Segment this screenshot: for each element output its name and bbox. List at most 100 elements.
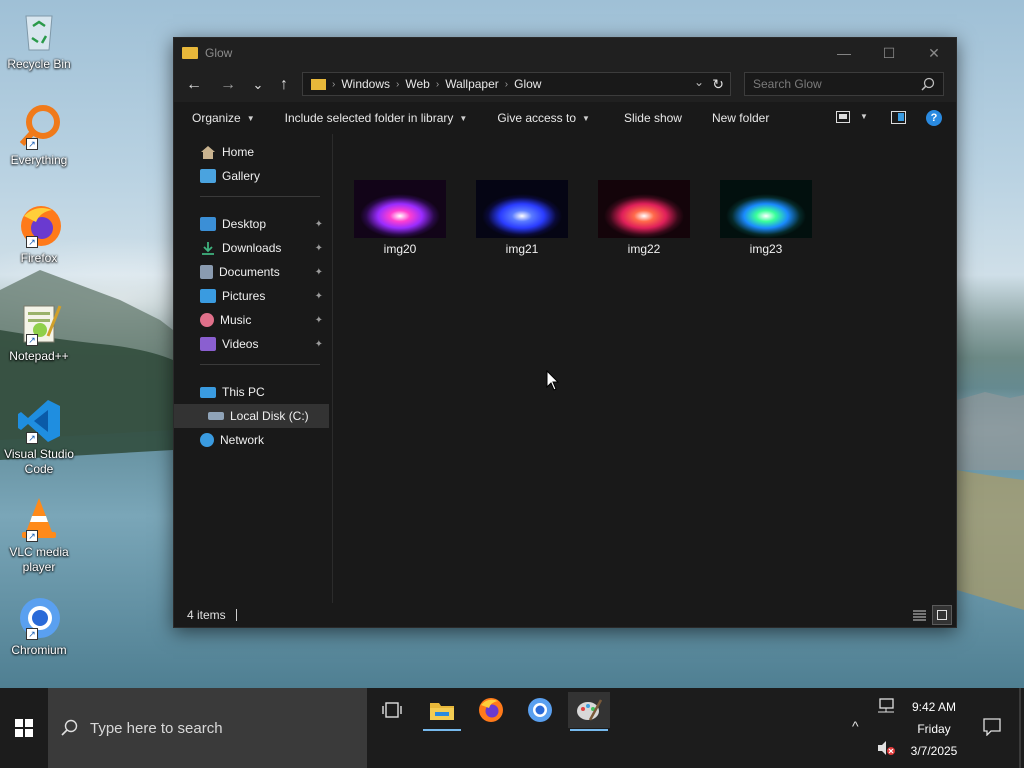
nav-item-label: Desktop	[222, 217, 267, 231]
command-label: Slide show	[623, 111, 682, 125]
file-item-img22[interactable]: img22	[598, 180, 690, 256]
desktop-icon-everything[interactable]: ↗ Everything	[2, 104, 76, 168]
taskbar-search-box[interactable]: Type here to search	[48, 688, 367, 768]
search-box[interactable]: Search Glow	[744, 72, 944, 96]
task-view-button[interactable]	[371, 692, 413, 728]
file-item-img23[interactable]: img23	[720, 180, 812, 256]
refresh-icon[interactable]: ↻	[712, 76, 724, 93]
maximize-button[interactable]: ☐	[866, 38, 912, 68]
windows-logo-icon	[15, 719, 33, 737]
nav-item-music[interactable]: Music ✦	[174, 308, 329, 332]
address-bar[interactable]: › Windows › Web › Wallpaper › Glow ⌄ ↻	[302, 72, 731, 96]
volume-muted-icon[interactable]	[877, 740, 897, 756]
show-hidden-icons-chevron-icon[interactable]: ^	[852, 718, 859, 734]
task-view-icon	[382, 702, 402, 718]
nav-item-documents[interactable]: Documents ✦	[174, 260, 329, 284]
nav-item-downloads[interactable]: Downloads ✦	[174, 236, 329, 260]
desktop-icon-label: Visual Studio Code	[4, 447, 74, 476]
image-thumbnail	[476, 180, 568, 238]
file-list[interactable]: img20 img21 img22 img23	[334, 134, 956, 604]
organize-button[interactable]: Organize ▼	[192, 111, 255, 125]
folder-icon	[311, 78, 326, 90]
nav-item-label: Home	[222, 145, 255, 159]
clock-time: 9:42 AM	[911, 700, 957, 714]
start-button[interactable]	[0, 688, 48, 768]
title-bar[interactable]: Glow — ☐ ✕	[174, 38, 956, 68]
nav-item-local-disk-c[interactable]: Local Disk (C:)	[174, 404, 329, 428]
recycle-bin-icon	[16, 8, 62, 54]
nav-item-label: This PC	[222, 385, 265, 399]
minimize-button[interactable]: —	[821, 38, 867, 68]
file-item-img20[interactable]: img20	[354, 180, 446, 256]
command-label: Include selected folder in library	[284, 111, 454, 125]
include-in-library-button[interactable]: Include selected folder in library ▼	[285, 111, 468, 125]
large-icons-view-icon[interactable]	[932, 605, 952, 625]
taskbar-search-input[interactable]: Type here to search	[90, 720, 223, 737]
recent-locations-chevron-icon[interactable]: ⌄	[244, 71, 272, 99]
give-access-to-button[interactable]: Give access to ▼	[497, 111, 590, 125]
nav-item-network[interactable]: Network	[174, 428, 329, 452]
pin-icon: ✦	[314, 266, 323, 278]
nav-item-home[interactable]: Home	[174, 140, 329, 164]
breadcrumb-separator: ›	[332, 78, 336, 90]
nav-item-videos[interactable]: Videos ✦	[174, 332, 329, 356]
desktop-icon-vlc[interactable]: ↗ VLC media player	[2, 496, 76, 575]
new-folder-button[interactable]: New folder	[712, 111, 769, 125]
breadcrumb-separator[interactable]: ›	[436, 79, 439, 90]
close-button[interactable]: ✕	[911, 38, 957, 68]
shortcut-arrow-icon: ↗	[26, 530, 38, 542]
taskbar-firefox[interactable]	[470, 692, 512, 728]
nav-item-gallery[interactable]: Gallery	[174, 164, 329, 188]
help-icon[interactable]: ?	[926, 110, 942, 126]
breadcrumb-web[interactable]: Web	[405, 77, 429, 91]
desktop-icon-label: Notepad++	[9, 349, 69, 363]
file-item-img21[interactable]: img21	[476, 180, 568, 256]
desktop-icon-firefox[interactable]: ↗ Firefox	[2, 202, 76, 266]
preview-pane-icon[interactable]	[891, 111, 906, 124]
nav-item-label: Music	[220, 313, 252, 327]
desktop-icon-chromium[interactable]: ↗ Chromium	[2, 594, 76, 658]
notification-center-icon[interactable]	[983, 718, 1001, 736]
breadcrumb-glow[interactable]: Glow	[514, 77, 541, 91]
change-view-icon[interactable]	[836, 111, 850, 123]
chromium-icon	[528, 698, 552, 722]
pictures-icon	[200, 289, 216, 303]
file-name: img20	[383, 242, 417, 256]
show-desktop-button[interactable]	[1019, 688, 1021, 768]
search-icon	[61, 719, 78, 736]
up-arrow-icon[interactable]: ↑	[270, 71, 298, 99]
clock-date: 3/7/2025	[910, 744, 958, 758]
view-caret-down-icon[interactable]: ▼	[860, 112, 868, 121]
nav-divider	[200, 364, 320, 365]
breadcrumb-separator[interactable]: ›	[396, 79, 399, 90]
taskbar-file-explorer[interactable]	[421, 692, 463, 731]
breadcrumb-separator[interactable]: ›	[505, 79, 508, 90]
breadcrumb-windows[interactable]: Windows	[341, 77, 390, 91]
window-title: Glow	[205, 46, 233, 60]
desktop-icon-notepad-plus-plus[interactable]: ↗ Notepad++	[2, 300, 76, 364]
image-thumbnail	[720, 180, 812, 238]
active-app-indicator	[423, 729, 461, 731]
nav-item-pictures[interactable]: Pictures ✦	[174, 284, 329, 308]
back-arrow-icon[interactable]: ←	[180, 71, 208, 99]
folder-icon	[182, 47, 198, 59]
pin-icon: ✦	[314, 242, 323, 254]
file-explorer-window[interactable]: Glow — ☐ ✕ ← → ⌄ ↑ › Windows › Web › Wal…	[173, 37, 957, 628]
shortcut-arrow-icon: ↗	[26, 432, 38, 444]
taskbar-paint-app[interactable]	[568, 692, 610, 731]
taskbar-chromium[interactable]	[519, 692, 561, 728]
desktop-icon-label: Firefox	[20, 251, 58, 265]
breadcrumb-wallpaper[interactable]: Wallpaper	[445, 77, 499, 91]
nav-item-desktop[interactable]: Desktop ✦	[174, 212, 329, 236]
search-input[interactable]: Search Glow	[753, 77, 921, 91]
network-status-icon[interactable]	[877, 698, 895, 714]
desktop-icon-recycle-bin[interactable]: Recycle Bin	[2, 8, 76, 72]
address-dropdown-chevron-icon[interactable]: ⌄	[694, 75, 704, 89]
slide-show-button[interactable]: Slide show	[624, 111, 682, 125]
shortcut-arrow-icon: ↗	[26, 236, 38, 248]
forward-arrow-icon[interactable]: →	[214, 71, 242, 99]
system-clock[interactable]: 9:42 AM Friday 3/7/2025	[900, 696, 968, 762]
details-view-icon[interactable]	[912, 608, 927, 622]
nav-item-this-pc[interactable]: This PC	[174, 380, 329, 404]
desktop-icon-vscode[interactable]: ↗ Visual Studio Code	[2, 398, 76, 477]
